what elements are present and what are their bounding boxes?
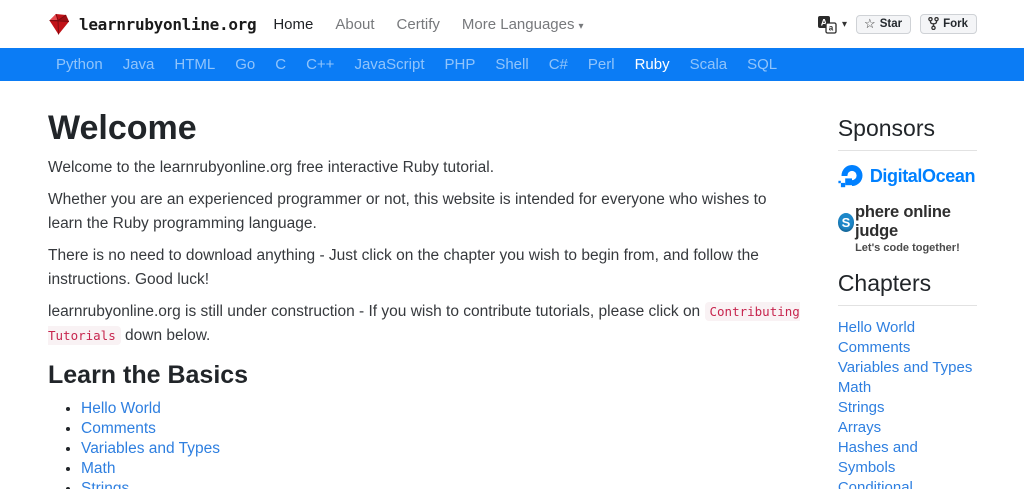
lang-java[interactable]: Java [113,56,165,73]
star-button-label: Star [880,18,902,30]
paragraph-instructions: There is no need to download anything - … [48,244,801,292]
nav-more-languages-label: More Languages [462,16,575,33]
sphere-tagline: Let's code together! [838,242,977,254]
sponsor-digitalocean-link[interactable]: DigitalOcean [838,163,977,190]
divider [838,305,977,306]
chapter-link-variables-and-types[interactable]: Variables and Types [838,359,973,376]
lang-python[interactable]: Python [46,56,113,73]
basics-link-hello-world[interactable]: Hello World [81,400,161,417]
list-item: Comments [838,338,977,358]
list-item: Math [838,378,977,398]
digitalocean-label: DigitalOcean [870,166,975,187]
sidebar: Sponsors DigitalOcean S [838,81,977,489]
language-bar: Python Java HTML Go C C++ JavaScript PHP… [0,48,1024,81]
header-actions: A a ▾ ☆ Star [817,14,977,34]
construction-text-before: learnrubyonline.org is still under const… [48,303,705,320]
lang-php[interactable]: PHP [434,56,485,73]
list-item: Variables and Types [838,358,977,378]
fork-button-label: Fork [943,18,968,30]
lang-perl[interactable]: Perl [578,56,625,73]
translate-icon: A a [817,14,837,34]
chevron-down-icon: ▾ [578,21,583,32]
paragraph-audience: Whether you are an experienced programme… [48,188,801,236]
nav-more-languages[interactable]: More Languages▾ [451,16,595,33]
basics-link-strings[interactable]: Strings [81,480,129,489]
fork-icon [928,17,939,30]
list-item: Math [81,459,801,479]
sphere-s-icon: S [838,213,854,232]
list-item: Comments [81,419,801,439]
nav-certify[interactable]: Certify [386,16,451,33]
basics-link-variables-and-types[interactable]: Variables and Types [81,440,220,457]
construction-text-after: down below. [121,327,211,344]
header-nav: Home About Certify More Languages▾ [262,16,594,33]
lang-sql[interactable]: SQL [737,56,787,73]
sphere-online-judge-logo: S phere online judge [838,203,977,241]
lang-go[interactable]: Go [225,56,265,73]
lang-cpp[interactable]: C++ [296,56,344,73]
chapters-list: Hello World Comments Variables and Types… [838,318,977,489]
paragraph-construction: learnrubyonline.org is still under const… [48,300,801,348]
chapter-link-strings[interactable]: Strings [838,399,885,416]
list-item: Hello World [838,318,977,338]
basics-link-comments[interactable]: Comments [81,420,156,437]
lang-ruby[interactable]: Ruby [625,56,680,73]
page-title: Welcome [48,108,801,148]
chevron-down-icon: ▾ [842,19,847,30]
chapter-link-conditional-statements[interactable]: Conditional Statements [838,479,914,489]
list-item: Arrays [838,418,977,438]
digitalocean-logo-icon [838,163,865,190]
chapters-title: Chapters [838,270,977,296]
list-item: Strings [81,479,801,489]
chapter-link-comments[interactable]: Comments [838,339,911,356]
github-star-button[interactable]: ☆ Star [856,15,911,34]
list-item: Variables and Types [81,439,801,459]
chapter-link-hashes-and-symbols[interactable]: Hashes and Symbols [838,439,918,476]
brand-home-link[interactable]: learnrubyonline.org [45,11,256,37]
list-item: Hashes and Symbols [838,438,977,478]
divider [838,150,977,151]
basics-link-math[interactable]: Math [81,460,115,477]
sponsors-title: Sponsors [838,115,977,141]
nav-home[interactable]: Home [262,16,324,33]
lang-csharp[interactable]: C# [539,56,578,73]
chapter-link-arrays[interactable]: Arrays [838,419,881,436]
ruby-logo-icon [45,11,71,37]
svg-text:a: a [829,24,834,33]
lang-shell[interactable]: Shell [485,56,538,73]
sphere-label: phere online judge [855,203,977,241]
star-icon: ☆ [864,18,876,29]
page: learnrubyonline.org Home About Certify M… [0,0,1024,489]
sponsor-sphere-online-judge-link[interactable]: S phere online judge Let's code together… [838,203,977,254]
github-fork-button[interactable]: Fork [920,14,977,34]
chapter-link-hello-world[interactable]: Hello World [838,319,915,336]
list-item: Strings [838,398,977,418]
nav-about[interactable]: About [324,16,385,33]
intro-paragraph: Welcome to the learnrubyonline.org free … [48,156,801,180]
brand-title: learnrubyonline.org [79,15,256,34]
list-item: Hello World [81,399,801,419]
lang-javascript[interactable]: JavaScript [344,56,434,73]
chapter-link-math[interactable]: Math [838,379,871,396]
main-column: Welcome Welcome to the learnrubyonline.o… [48,81,801,489]
lang-c[interactable]: C [265,56,296,73]
site-header: learnrubyonline.org Home About Certify M… [0,0,1024,48]
lang-html[interactable]: HTML [164,56,225,73]
basics-list: Hello World Comments Variables and Types… [48,399,801,489]
content: Welcome Welcome to the learnrubyonline.o… [0,81,1024,489]
lang-scala[interactable]: Scala [680,56,738,73]
language-switcher[interactable]: A a ▾ [817,14,847,34]
list-item: Conditional Statements [838,478,977,489]
section-title-learn-basics: Learn the Basics [48,360,801,390]
